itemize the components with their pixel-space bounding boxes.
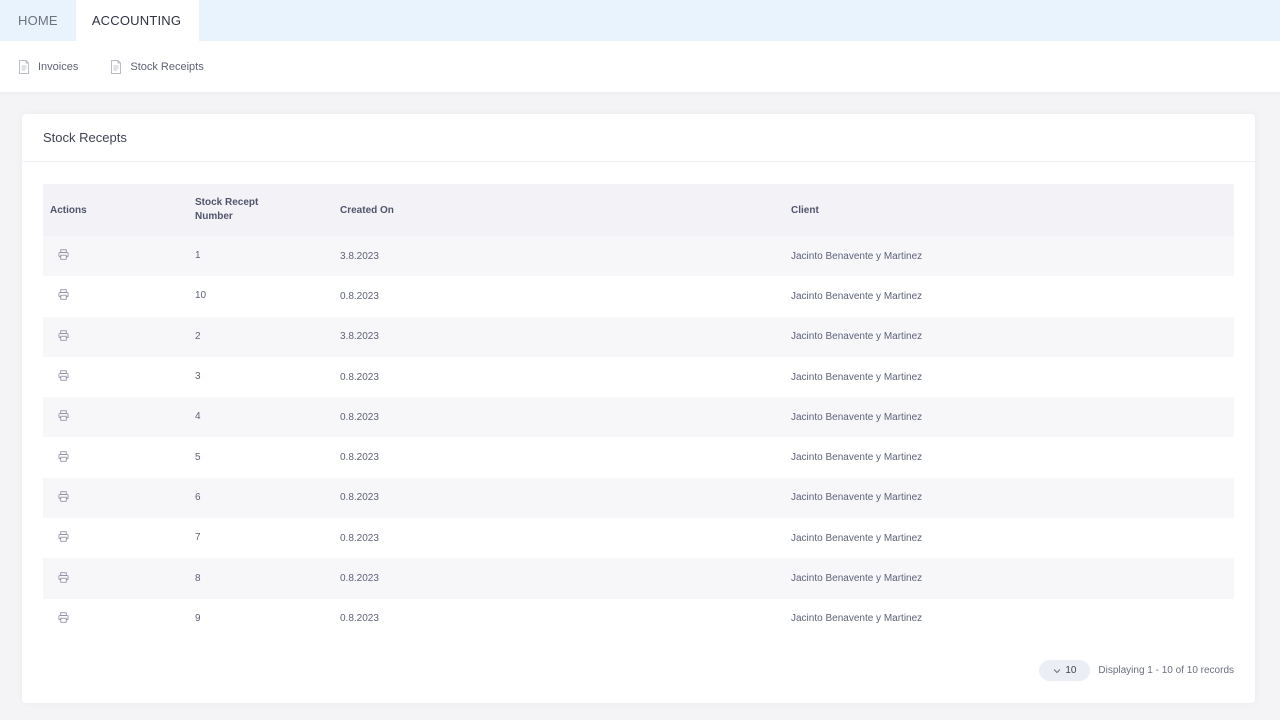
printer-icon[interactable] xyxy=(58,491,69,502)
page-size-select[interactable]: 10 xyxy=(1039,660,1091,681)
printer-icon[interactable] xyxy=(58,289,69,301)
row-actions xyxy=(43,410,188,424)
table-header-row: Actions Stock Recept Number Created On C… xyxy=(43,184,1234,236)
row-created-on: 0.8.2023 xyxy=(340,290,379,302)
row-stock-recept-number: 8 xyxy=(195,572,201,584)
row-actions xyxy=(43,491,188,505)
row-actions xyxy=(43,249,188,263)
tab-accounting[interactable]: ACCOUNTING xyxy=(75,0,200,41)
row-client: Jacinto Benavente y Martinez xyxy=(791,290,923,302)
row-client: Jacinto Benavente y Martinez xyxy=(791,411,923,423)
row-client: Jacinto Benavente y Martinez xyxy=(791,371,923,383)
header-stock-recept-number[interactable]: Stock Recept Number xyxy=(188,196,278,224)
row-actions xyxy=(43,571,188,586)
top-navigation: HOME ACCOUNTING xyxy=(0,0,1280,41)
row-created-on: 0.8.2023 xyxy=(340,452,379,464)
row-stock-recept-number: 7 xyxy=(195,532,201,544)
row-stock-recept-number: 5 xyxy=(195,451,201,463)
header-client[interactable]: Client xyxy=(784,205,1234,216)
printer-icon[interactable] xyxy=(58,531,69,542)
row-actions xyxy=(43,450,188,465)
row-created-on: 0.8.2023 xyxy=(340,411,379,423)
table-body: 1 3.8.2023 Jacinto Benavente y Martinez … xyxy=(43,236,1234,639)
table-row[interactable]: 2 3.8.2023 Jacinto Benavente y Martinez xyxy=(43,316,1234,357)
row-client: Jacinto Benavente y Martinez xyxy=(791,532,923,544)
subnav-item-label: Invoices xyxy=(38,60,79,73)
row-stock-recept-number: 3 xyxy=(195,371,201,383)
table-row[interactable]: 1 3.8.2023 Jacinto Benavente y Martinez xyxy=(43,236,1234,277)
printer-icon[interactable] xyxy=(58,612,69,623)
row-stock-recept-number: 1 xyxy=(195,250,201,262)
document-icon xyxy=(111,59,122,74)
row-created-on: 0.8.2023 xyxy=(340,532,379,544)
printer-icon[interactable] xyxy=(58,410,69,422)
row-client: Jacinto Benavente y Martinez xyxy=(791,331,923,343)
header-actions[interactable]: Actions xyxy=(43,205,188,216)
table-row[interactable]: 6 0.8.2023 Jacinto Benavente y Martinez xyxy=(43,477,1234,519)
table-row[interactable]: 10 0.8.2023 Jacinto Benavente y Martinez xyxy=(43,276,1234,317)
card-title: Stock Recepts xyxy=(22,114,1255,162)
tab-home[interactable]: HOME xyxy=(0,0,76,41)
printer-icon[interactable] xyxy=(58,330,69,341)
row-actions xyxy=(43,330,188,344)
subnav-item-stock-receipts[interactable]: Stock Receipts xyxy=(110,59,204,74)
row-client: Jacinto Benavente y Martinez xyxy=(791,250,923,262)
sub-navigation: Invoices Stock Receipts xyxy=(0,41,1280,92)
stock-receipts-table: Actions Stock Recept Number Created On C… xyxy=(43,184,1234,639)
table-row[interactable]: 8 0.8.2023 Jacinto Benavente y Martinez xyxy=(43,558,1234,599)
row-created-on: 0.8.2023 xyxy=(340,371,379,383)
printer-icon[interactable] xyxy=(58,450,69,462)
table-row[interactable]: 7 0.8.2023 Jacinto Benavente y Martinez xyxy=(43,518,1234,559)
row-created-on: 0.8.2023 xyxy=(340,613,379,625)
chevron-down-icon xyxy=(1053,668,1061,673)
row-client: Jacinto Benavente y Martinez xyxy=(791,613,923,625)
pagination-summary: Displaying 1 - 10 of 10 records xyxy=(1098,665,1234,676)
row-stock-recept-number: 9 xyxy=(195,612,201,624)
printer-icon[interactable] xyxy=(58,249,69,260)
row-stock-recept-number: 6 xyxy=(195,491,201,503)
row-actions xyxy=(43,289,188,303)
table-row[interactable]: 4 0.8.2023 Jacinto Benavente y Martinez xyxy=(43,397,1234,438)
row-client: Jacinto Benavente y Martinez xyxy=(791,573,923,585)
stock-receipts-card: Stock Recepts Actions Stock Recept Numbe… xyxy=(22,114,1255,703)
table-row[interactable]: 5 0.8.2023 Jacinto Benavente y Martinez xyxy=(43,437,1234,478)
row-created-on: 3.8.2023 xyxy=(340,250,379,262)
row-stock-recept-number: 10 xyxy=(195,290,207,302)
table-row[interactable]: 3 0.8.2023 Jacinto Benavente y Martinez xyxy=(43,356,1234,398)
row-stock-recept-number: 2 xyxy=(195,330,201,342)
row-created-on: 0.8.2023 xyxy=(340,492,379,504)
row-actions xyxy=(43,370,188,384)
row-client: Jacinto Benavente y Martinez xyxy=(791,452,923,464)
row-actions xyxy=(43,612,188,626)
table-row[interactable]: 9 0.8.2023 Jacinto Benavente y Martinez xyxy=(43,598,1234,639)
row-client: Jacinto Benavente y Martinez xyxy=(791,492,923,504)
document-icon xyxy=(19,59,29,74)
row-actions xyxy=(43,531,188,545)
page-size-value: 10 xyxy=(1065,665,1077,676)
subnav-item-label: Stock Receipts xyxy=(130,60,204,73)
printer-icon[interactable] xyxy=(58,571,69,583)
row-created-on: 0.8.2023 xyxy=(340,573,379,585)
pagination: 10 Displaying 1 - 10 of 10 records xyxy=(1039,660,1234,681)
row-created-on: 3.8.2023 xyxy=(340,331,379,343)
subnav-item-invoices[interactable]: Invoices xyxy=(18,59,79,74)
row-stock-recept-number: 4 xyxy=(195,411,201,423)
printer-icon[interactable] xyxy=(58,370,69,381)
header-created-on[interactable]: Created On xyxy=(333,205,784,216)
